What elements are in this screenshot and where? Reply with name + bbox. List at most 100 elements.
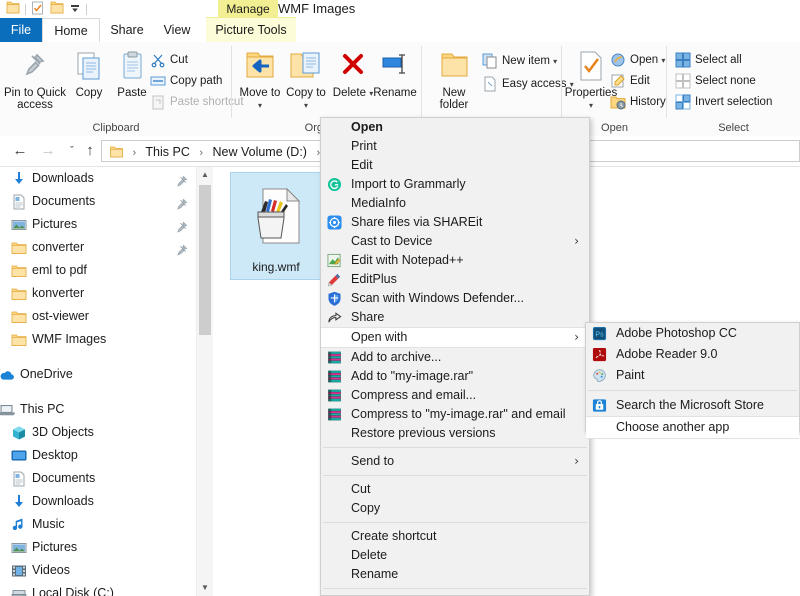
menu-item[interactable]: Share <box>321 308 589 327</box>
menu-item[interactable]: Import to Grammarly <box>321 175 589 194</box>
open-with-submenu[interactable]: Ps Adobe Photoshop CC Adobe Reader 9.0 Pain… <box>585 322 800 439</box>
navigation-scrollbar[interactable]: ▲ ▼ <box>196 167 213 596</box>
sidebar-item[interactable]: Desktop <box>0 444 196 467</box>
sidebar-item-label: Downloads <box>32 171 94 185</box>
submenu-item[interactable]: Ps Adobe Photoshop CC <box>586 323 799 344</box>
submenu-item[interactable]: Adobe Reader 9.0 <box>586 344 799 365</box>
sidebar-item[interactable]: Music <box>0 513 196 536</box>
move-to-caret-icon[interactable]: ▾ <box>258 101 262 110</box>
paste-shortcut-button[interactable]: Paste shortcut <box>148 92 244 112</box>
menu-item[interactable]: Share files via SHAREit <box>321 213 589 232</box>
up-button[interactable]: ↑ <box>80 142 100 160</box>
tab-file[interactable]: File <box>0 18 42 42</box>
pin-to-quick-access-button[interactable]: Pin to Quick access <box>4 46 66 111</box>
sidebar-item[interactable]: converter <box>0 236 196 259</box>
menu-item[interactable]: Send to › <box>321 452 589 471</box>
menu-item[interactable]: Open <box>321 118 589 137</box>
sidebar-item[interactable]: Pictures <box>0 213 196 236</box>
edit-button[interactable]: Edit <box>608 71 650 91</box>
tab-share[interactable]: Share <box>101 18 153 42</box>
folder-icon[interactable] <box>6 1 20 17</box>
copy-to-button[interactable]: Copy to ▾ <box>284 46 328 112</box>
menu-item[interactable]: Cut <box>321 480 589 499</box>
properties-caret-icon[interactable]: ▾ <box>589 101 593 110</box>
menu-item[interactable]: Edit with Notepad++ <box>321 251 589 270</box>
pin-icon[interactable] <box>176 241 188 256</box>
sidebar-item[interactable]: Local Disk (C:) <box>0 582 196 596</box>
sidebar-item[interactable]: Pictures <box>0 536 196 559</box>
open-caret-icon[interactable]: ▾ <box>661 56 665 65</box>
sidebar-item[interactable]: Documents <box>0 190 196 213</box>
quick-access-toolbar[interactable] <box>6 1 87 18</box>
manage-context-tab-header[interactable]: Manage <box>218 0 278 18</box>
properties-icon[interactable] <box>31 1 45 18</box>
menu-item[interactable]: Delete <box>321 546 589 565</box>
back-button[interactable]: ← <box>10 142 30 160</box>
forward-button[interactable]: → <box>38 142 58 160</box>
breadcrumb[interactable]: › This PC › New Volume (D:) › Dri <box>110 141 346 163</box>
sidebar-item[interactable]: konverter <box>0 282 196 305</box>
copy-button[interactable]: Copy <box>68 46 110 99</box>
context-menu[interactable]: Open Print Edit Import to Grammarly MediaInf… <box>320 117 590 596</box>
menu-item[interactable]: Cast to Device › <box>321 232 589 251</box>
sidebar-item[interactable]: eml to pdf <box>0 259 196 282</box>
menu-item[interactable]: EditPlus <box>321 270 589 289</box>
sidebar-item[interactable]: Documents <box>0 467 196 490</box>
tab-home[interactable]: Home <box>42 18 100 42</box>
menu-item[interactable]: Open with › <box>321 327 589 348</box>
scroll-down-icon[interactable]: ▼ <box>197 580 213 596</box>
scrollbar-thumb[interactable] <box>199 185 211 335</box>
select-none-button[interactable]: Select none <box>673 71 756 91</box>
menu-item[interactable]: Print <box>321 137 589 156</box>
customize-caret-icon[interactable] <box>69 2 81 17</box>
menu-item[interactable]: Restore previous versions <box>321 424 589 443</box>
sidebar-item[interactable]: WMF Images <box>0 328 196 351</box>
delete-button[interactable]: Delete ▾ <box>332 46 374 100</box>
menu-item[interactable]: MediaInfo <box>321 194 589 213</box>
move-to-button[interactable]: Move to ▾ <box>238 46 282 112</box>
menu-item[interactable]: Edit <box>321 156 589 175</box>
menu-item[interactable]: Copy <box>321 499 589 518</box>
copy-path-button[interactable]: Copy path <box>148 71 222 91</box>
select-all-button[interactable]: Select all <box>673 50 742 70</box>
invert-selection-button[interactable]: Invert selection <box>673 92 772 112</box>
open-button[interactable]: Open ▾ <box>608 50 665 70</box>
menu-item[interactable]: Add to "my-image.rar" <box>321 367 589 386</box>
rename-button[interactable]: Rename <box>372 46 418 99</box>
copy-to-caret-icon[interactable]: ▾ <box>304 101 308 110</box>
history-button[interactable]: History <box>608 92 666 112</box>
submenu-item[interactable]: Choose another app <box>586 416 799 439</box>
menu-item[interactable]: Create shortcut <box>321 527 589 546</box>
new-folder-icon[interactable] <box>50 1 64 17</box>
pin-icon[interactable] <box>176 195 188 210</box>
submenu-item[interactable]: Search the Microsoft Store <box>586 395 799 416</box>
menu-item[interactable]: Compress to "my-image.rar" and email <box>321 405 589 424</box>
easy-access-button[interactable]: Easy access ▾ <box>480 74 574 94</box>
recent-locations-button[interactable]: ˇ <box>62 142 82 160</box>
pin-icon[interactable] <box>176 172 188 187</box>
tab-view[interactable]: View <box>153 18 201 42</box>
scroll-up-icon[interactable]: ▲ <box>197 167 213 183</box>
breadcrumb-item-0[interactable]: This PC <box>145 145 189 159</box>
submenu-item[interactable]: Paint <box>586 365 799 386</box>
cut-button[interactable]: Cut <box>148 50 188 70</box>
sidebar-item[interactable]: Videos <box>0 559 196 582</box>
menu-item[interactable]: Compress and email... <box>321 386 589 405</box>
new-item-button[interactable]: New item ▾ <box>480 51 557 71</box>
sidebar-item[interactable]: ost-viewer <box>0 305 196 328</box>
menu-item[interactable]: Add to archive... <box>321 348 589 367</box>
pin-icon[interactable] <box>176 218 188 233</box>
sidebar-item[interactable]: This PC <box>0 398 196 421</box>
tab-picture-tools[interactable]: Picture Tools <box>206 18 296 42</box>
menu-item[interactable]: Rename <box>321 565 589 584</box>
new-folder-button[interactable]: New folder <box>430 46 478 111</box>
sidebar-item[interactable]: Downloads <box>0 167 196 190</box>
sidebar-item[interactable]: 3D Objects <box>0 421 196 444</box>
menu-item[interactable]: Scan with Windows Defender... <box>321 289 589 308</box>
file-item-king-wmf[interactable]: king.wmf <box>230 172 322 280</box>
sidebar-item[interactable]: OneDrive <box>0 363 196 386</box>
share-arrow-icon <box>327 310 343 326</box>
new-item-caret-icon[interactable]: ▾ <box>553 57 557 66</box>
sidebar-item[interactable]: Downloads <box>0 490 196 513</box>
breadcrumb-item-1[interactable]: New Volume (D:) <box>213 145 307 159</box>
